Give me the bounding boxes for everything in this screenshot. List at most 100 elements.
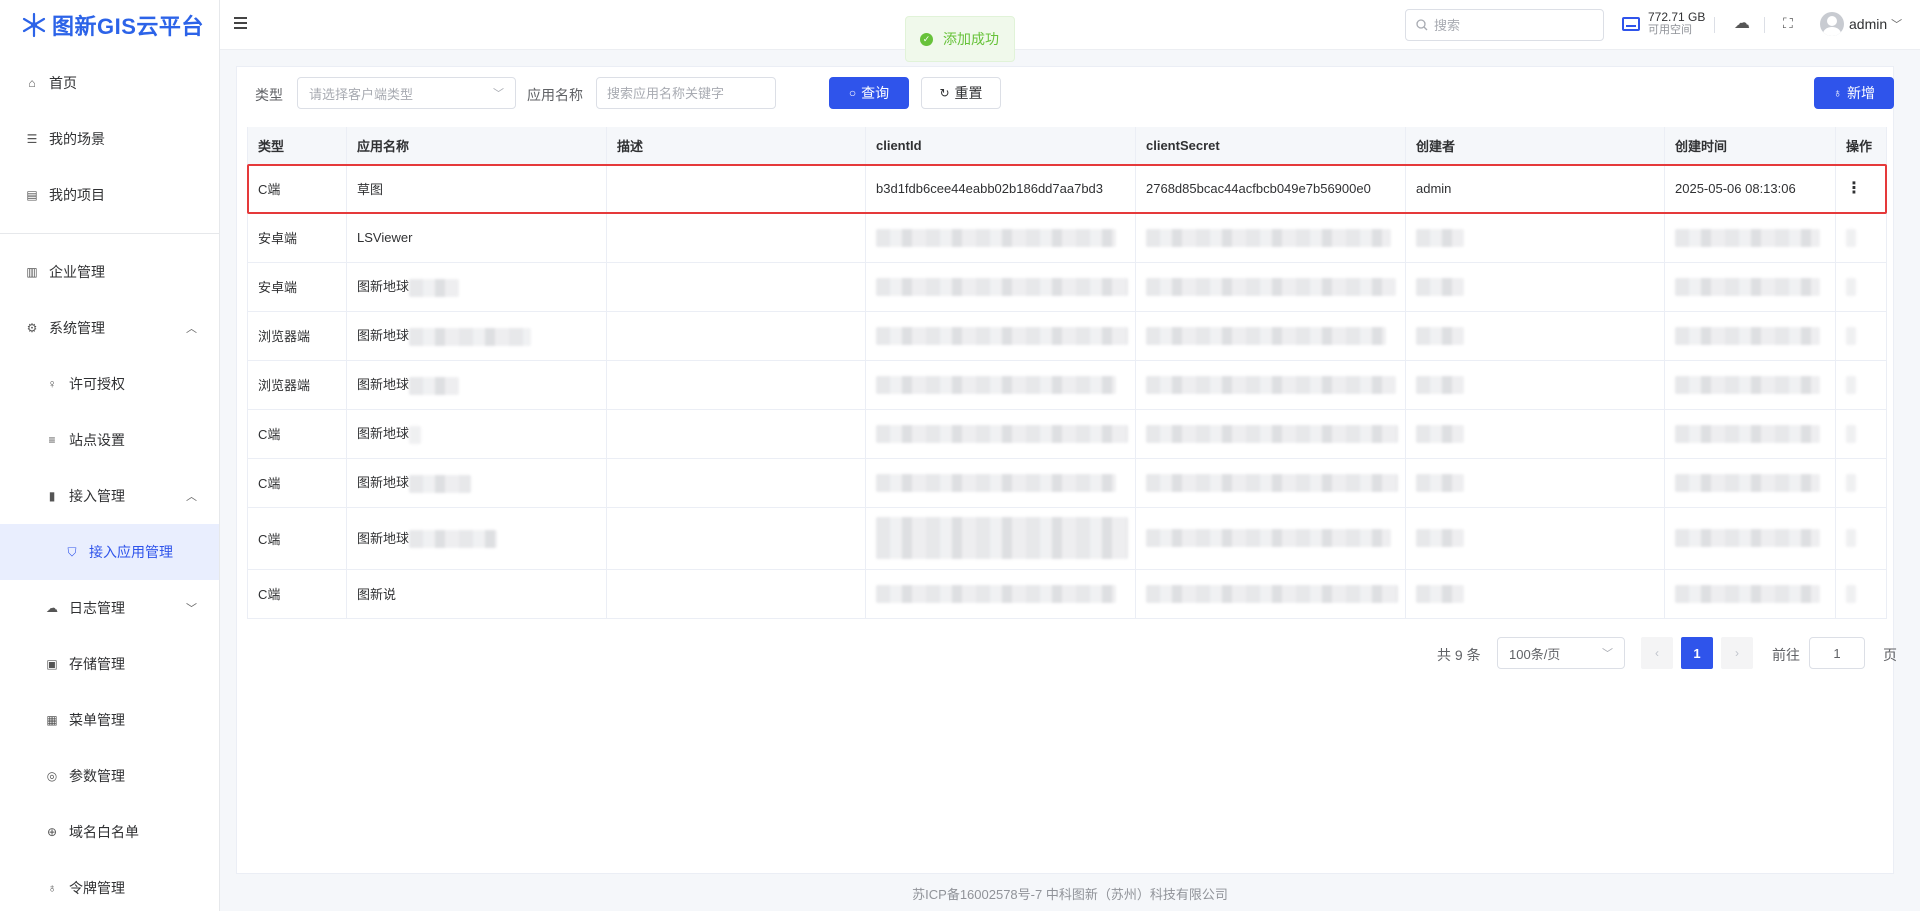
column-header: 应用名称 xyxy=(346,127,607,165)
sidebar-item-site-settings[interactable]: ≡ 站点设置 xyxy=(0,412,219,468)
sidebar-item-license[interactable]: ♀ 许可授权 xyxy=(0,356,219,412)
redacted-cell xyxy=(1135,311,1406,361)
redacted-cell xyxy=(1405,409,1665,459)
cell-desc xyxy=(606,360,866,410)
page-number-button[interactable]: 1 xyxy=(1681,637,1713,669)
sidebar-item-label: 首页 xyxy=(49,75,77,91)
redacted-cell xyxy=(1664,213,1836,263)
table-row[interactable]: 浏览器端 图新地球 xyxy=(247,311,1887,361)
cell-desc xyxy=(606,311,866,361)
redacted-cell xyxy=(1135,360,1406,410)
globe-icon: ⊕ xyxy=(46,825,58,839)
sidebar-item-my-projects[interactable]: ▤ 我的项目 xyxy=(0,167,219,223)
cell-type: 浏览器端 xyxy=(247,360,347,410)
table-row[interactable]: C端 图新地球 xyxy=(247,507,1887,570)
pagination-total: 共 9 条 xyxy=(1437,647,1481,663)
table-row[interactable]: C端 图新说 xyxy=(247,569,1887,619)
main-panel: 类型 请选择客户端类型 ﹀ 应用名称 ○ 查询 ↻ 重置 ♁ 新增 xyxy=(236,66,1897,874)
key-icon: ♁ xyxy=(47,881,57,895)
sidebar-item-label: 系统管理 xyxy=(49,320,105,336)
sidebar-item-enterprise[interactable]: ▥ 企业管理 xyxy=(0,244,219,300)
sidebar-item-access-apps[interactable]: ⛉ 接入应用管理 xyxy=(0,524,219,580)
redacted-cell xyxy=(865,458,1136,508)
table-row[interactable]: C端 图新地球 xyxy=(247,458,1887,508)
add-button[interactable]: ♁ 新增 xyxy=(1814,77,1894,109)
sidebar-item-label: 菜单管理 xyxy=(69,712,125,728)
sidebar-item-whitelist[interactable]: ⊕ 域名白名单 xyxy=(0,804,219,860)
table-header-row: 类型 应用名称 描述 clientId clientSecret 创建者 创建时… xyxy=(247,127,1887,165)
name-filter-label: 应用名称 xyxy=(527,87,583,103)
sidebar-item-params[interactable]: ◎ 参数管理 xyxy=(0,748,219,804)
sidebar-item-label: 站点设置 xyxy=(69,432,125,448)
table-row[interactable]: 安卓端 LSViewer xyxy=(247,213,1887,263)
redacted-cell xyxy=(1835,360,1887,410)
column-header: 创建者 xyxy=(1405,127,1665,165)
shield-icon: ⛉ xyxy=(67,544,77,559)
avatar xyxy=(1820,12,1844,36)
search-input[interactable] xyxy=(1434,17,1594,33)
cell-type: C端 xyxy=(247,507,347,570)
name-search-input[interactable] xyxy=(596,77,776,109)
building-icon: ▥ xyxy=(26,265,38,279)
sidebar-item-access[interactable]: ▮ 接入管理 ︿ xyxy=(0,468,219,524)
table-row[interactable]: 浏览器端 图新地球 xyxy=(247,360,1887,410)
chevron-down-icon: ﹀ xyxy=(186,603,197,615)
table-row[interactable]: 安卓端 图新地球 xyxy=(247,262,1887,312)
redacted-cell xyxy=(865,409,1136,459)
sidebar-item-menus[interactable]: ▦ 菜单管理 xyxy=(0,692,219,748)
cloud-icon: ☁ xyxy=(46,601,58,615)
sidebar-item-storage[interactable]: ▣ 存储管理 xyxy=(0,636,219,692)
page-size-select[interactable]: 100条/页 ﹀ xyxy=(1497,637,1625,669)
next-page-button[interactable]: › xyxy=(1721,637,1753,669)
sidebar-item-home[interactable]: ⌂ 首页 xyxy=(0,55,219,111)
logo[interactable]: 图新GIS云平台 xyxy=(0,0,219,50)
page-suffix: 页 xyxy=(1883,647,1897,663)
prev-page-button[interactable]: ‹ xyxy=(1641,637,1673,669)
cell-desc xyxy=(606,213,866,263)
more-vertical-icon[interactable]: ⋮ xyxy=(1846,181,1862,197)
redacted-cell xyxy=(1835,409,1887,459)
type-select[interactable]: 请选择客户端类型 ﹀ xyxy=(297,77,516,109)
column-header: clientSecret xyxy=(1135,127,1406,165)
sidebar-item-system[interactable]: ⚙ 系统管理 ︿ xyxy=(0,300,219,356)
cell-name: 草图 xyxy=(346,164,607,214)
redacted-cell xyxy=(1405,213,1665,263)
sidebar-item-tokens[interactable]: ♁ 令牌管理 xyxy=(0,860,219,911)
redacted-cell xyxy=(1664,458,1836,508)
home-icon: ⌂ xyxy=(28,76,36,90)
goto-page-input[interactable] xyxy=(1809,637,1865,669)
box-icon: ▣ xyxy=(46,657,58,671)
redacted-cell xyxy=(865,360,1136,410)
list-icon: ☰ xyxy=(26,132,38,146)
redacted-cell xyxy=(1835,311,1887,361)
cell-name: 图新地球 xyxy=(346,409,607,459)
fullscreen-icon[interactable]: ⛶ xyxy=(1783,15,1793,32)
filter-bar: 类型 请选择客户端类型 ﹀ 应用名称 ○ 查询 ↻ 重置 ♁ 新增 xyxy=(237,67,1894,117)
user-name: admin xyxy=(1849,16,1888,32)
cell-name: 图新说 xyxy=(346,569,607,619)
cell-type: C端 xyxy=(247,458,347,508)
table-row[interactable]: C端 草图 b3d1fdb6cee44eabb02b186dd7aa7bd3 2… xyxy=(247,164,1887,214)
redacted-cell xyxy=(1664,569,1836,619)
disk-size: 772.71 GB xyxy=(1648,10,1706,24)
global-search[interactable] xyxy=(1405,9,1604,41)
cell-type: C端 xyxy=(247,569,347,619)
query-button[interactable]: ○ 查询 xyxy=(829,77,909,109)
chevron-up-icon: ︿ xyxy=(186,323,197,335)
disk-label: 可用空间 xyxy=(1648,24,1692,36)
sidebar-item-my-scenes[interactable]: ☰ 我的场景 xyxy=(0,111,219,167)
user-menu[interactable]: admin ﹀ xyxy=(1820,12,1902,36)
cell-created: 2025-05-06 08:13:06 xyxy=(1664,164,1836,214)
reset-button[interactable]: ↻ 重置 xyxy=(921,77,1001,109)
table-row[interactable]: C端 图新地球 xyxy=(247,409,1887,459)
bulb-icon: ♀ xyxy=(47,377,57,391)
redacted-cell xyxy=(865,311,1136,361)
goto-label: 前往 xyxy=(1772,647,1800,663)
redacted-cell xyxy=(1135,507,1406,570)
cell-type: C端 xyxy=(247,409,347,459)
grid-icon: ▦ xyxy=(46,713,58,727)
sidebar-item-logs[interactable]: ☁ 日志管理 ﹀ xyxy=(0,580,219,636)
menu-toggle-icon[interactable] xyxy=(234,17,247,29)
cloud-upload-icon[interactable]: ☁ xyxy=(1734,13,1750,33)
cell-client-secret: 2768d85bcac44acfbcb049e7b56900e0 xyxy=(1135,164,1406,214)
